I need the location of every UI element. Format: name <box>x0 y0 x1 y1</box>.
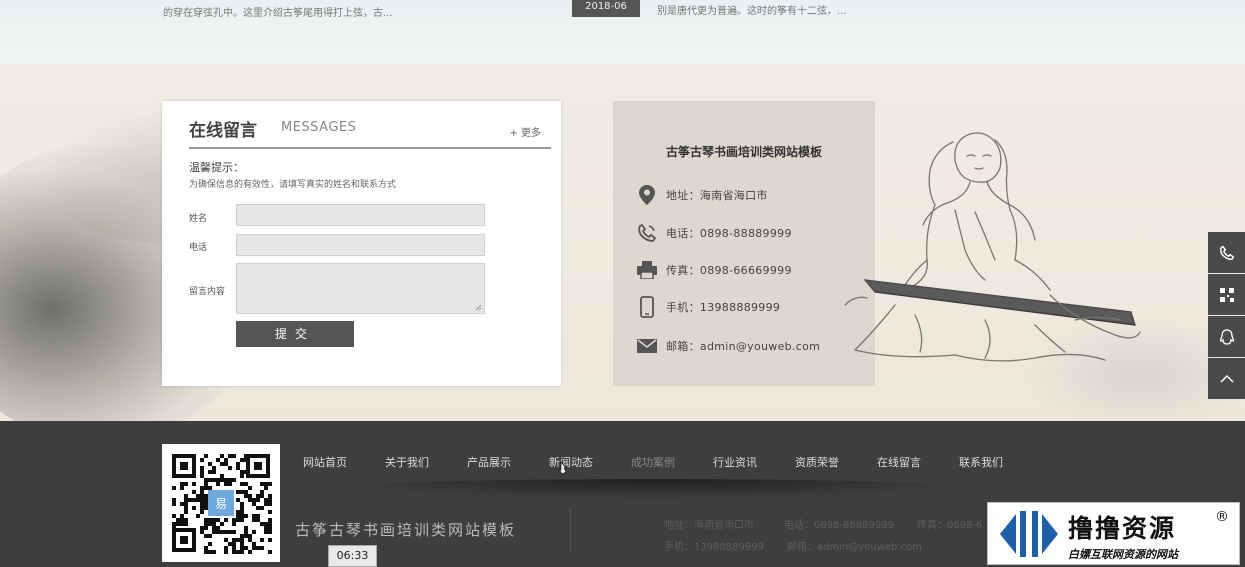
submit-button[interactable]: 提交 <box>236 321 354 347</box>
resize-handle-icon[interactable] <box>475 304 482 311</box>
footer-email: 邮箱：admin@youweb.com <box>787 542 922 553</box>
contact-email: 邮箱：admin@youweb.com <box>666 340 821 353</box>
mail-icon <box>637 335 657 357</box>
more-link[interactable]: + 更多 <box>509 124 541 139</box>
contact-fax: 传真：0898-66669999 <box>666 264 792 277</box>
qrcode-image: 易 <box>170 452 272 554</box>
message-form-title: 在线留言 <box>189 121 257 141</box>
footer-nav-message[interactable]: 在线留言 <box>858 454 940 470</box>
contact-mobile: 手机：13988889999 <box>666 301 781 314</box>
contact-email-row: 邮箱：admin@youweb.com <box>637 334 820 358</box>
phone-label: 电话 <box>189 243 208 253</box>
footer-site-name: 古筝古琴书画培训类网站模板 <box>295 521 517 539</box>
watermark-registered-mark: ® <box>1215 509 1229 525</box>
phone-icon <box>637 222 657 244</box>
phone-input[interactable] <box>236 234 485 256</box>
mouse-cursor-icon <box>558 461 567 475</box>
message-form-card: 在线留言 MESSAGES + 更多 温馨提示： 为确保信息的有效性，请填写真实… <box>162 101 561 386</box>
footer-nav-news[interactable]: 新闻动态 <box>530 454 612 470</box>
footer-nav-home[interactable]: 网站首页 <box>284 454 366 470</box>
sidebar-qq-button[interactable] <box>1208 316 1245 357</box>
contact-address-row: 地址：海南省海口市 <box>637 183 768 207</box>
footer-nav-about[interactable]: 关于我们 <box>366 454 448 470</box>
sidebar-phone-button[interactable] <box>1208 232 1245 273</box>
phone-icon <box>1219 245 1234 260</box>
mobile-icon <box>637 296 657 318</box>
footer-divider <box>570 509 571 553</box>
name-input[interactable] <box>236 204 485 226</box>
sidebar-top-button[interactable] <box>1208 358 1245 399</box>
nav-ink-decoration <box>330 479 980 499</box>
news-excerpt-right[interactable]: 别是唐代更为普遍。这时的筝有十二弦，... <box>657 2 847 17</box>
video-time-badge: 06:33 <box>328 545 377 567</box>
watermark-title: 撸撸资源 <box>1068 514 1177 543</box>
sidebar-qrcode-button[interactable] <box>1208 274 1245 315</box>
tip-title: 温馨提示： <box>189 161 244 174</box>
news-date-badge: 2018-06 <box>572 0 640 17</box>
fax-icon <box>637 259 657 281</box>
footer-nav: 网站首页 关于我们 产品展示 新闻动态 成功案例 行业资讯 资质荣誉 在线留言 … <box>284 454 1022 470</box>
footer-nav-honors[interactable]: 资质荣誉 <box>776 454 858 470</box>
name-label: 姓名 <box>189 214 208 224</box>
back-to-top-icon <box>1219 374 1234 383</box>
contact-fax-row: 传真：0898-66669999 <box>637 258 792 282</box>
qrcode-icon <box>1219 287 1234 302</box>
contact-phone-row: 电话：0898-88889999 <box>637 221 792 245</box>
watermark-logo: 撸撸资源 ® 白嫖互联网资源的网站 <box>987 502 1240 565</box>
contact-mobile-row: 手机：13988889999 <box>637 295 780 319</box>
content-textarea[interactable] <box>236 263 485 314</box>
news-strip: 的穿在穿弦孔中。这里介绍古筝尾用得打上弦，古... 2018-06 别是唐代更为… <box>0 0 1245 64</box>
watermark-subtitle: 白嫖互联网资源的网站 <box>1068 548 1178 561</box>
footer-nav-industry[interactable]: 行业资讯 <box>694 454 776 470</box>
news-excerpt-left[interactable]: 的穿在穿弦孔中。这里介绍古筝尾用得打上弦，古... <box>163 4 393 19</box>
content-label: 留言内容 <box>189 287 226 297</box>
footer-phone: 电话：0898-88889999 <box>784 520 894 531</box>
qq-icon <box>1219 328 1234 345</box>
footer-address: 地址：海南省海口市 <box>664 520 754 531</box>
footer-mobile: 手机：13988889999 <box>664 542 764 553</box>
footer-nav-products[interactable]: 产品展示 <box>448 454 530 470</box>
location-icon <box>637 184 657 206</box>
watermark-emblem-icon <box>1000 511 1058 557</box>
wechat-qrcode: 易 <box>162 444 280 562</box>
message-form-subtitle: MESSAGES <box>281 120 357 135</box>
floating-sidebar <box>1208 232 1245 400</box>
footer-fax: 传真：0898-6 <box>917 520 983 531</box>
footer-nav-contact[interactable]: 联系我们 <box>940 454 1022 470</box>
message-form-header: 在线留言 MESSAGES + 更多 <box>189 116 551 149</box>
qr-center-label: 易 <box>215 497 227 511</box>
contact-address: 地址：海南省海口市 <box>666 189 768 202</box>
guzheng-player-illustration <box>844 132 1141 362</box>
contact-phone: 电话：0898-88889999 <box>666 227 792 240</box>
footer-nav-cases[interactable]: 成功案例 <box>612 454 694 470</box>
tip-text: 为确保信息的有效性，请填写真实的姓名和联系方式 <box>189 180 397 190</box>
